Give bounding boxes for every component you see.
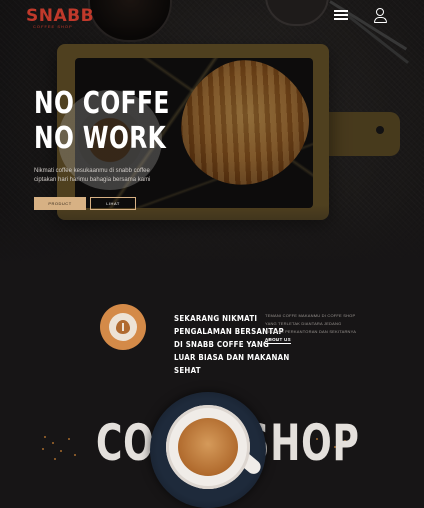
- coffee-surface: [178, 418, 238, 476]
- menu-icon[interactable]: [334, 8, 348, 22]
- coffee-beans-decoration: [40, 432, 80, 462]
- view-button[interactable]: LIHAT: [90, 197, 136, 210]
- hero-title: NO COFFE NO WORK: [34, 86, 170, 156]
- hero-title-line-2: NO WORK: [34, 121, 167, 156]
- about-heading-line: SEKARANG NIKMATI: [174, 314, 258, 323]
- latte-art-icon: [100, 304, 146, 350]
- hero-subtext: Nikmati coffee kesukaanmu di snabb coffe…: [34, 168, 151, 183]
- brand-logo[interactable]: SNABB: [26, 6, 94, 26]
- about-heading-line: PENGALAMAN BERSANTAP: [174, 327, 284, 336]
- product-button[interactable]: PRODUCT: [34, 197, 86, 210]
- hero-title-line-1: NO COFFE: [34, 86, 170, 121]
- about-us-link[interactable]: ABOUT US: [265, 337, 291, 344]
- brand-tagline: COFFEE SHOP: [33, 24, 73, 29]
- about-heading-line: DI SNABB COFFE YANG: [174, 340, 270, 349]
- user-icon[interactable]: [373, 8, 387, 23]
- about-heading: SEKARANG NIKMATI PENGALAMAN BERSANTAP DI…: [174, 312, 290, 377]
- about-heading-line: LUAR BIASA DAN MAKANAN: [174, 353, 290, 362]
- about-heading-line: SEHAT: [174, 366, 201, 375]
